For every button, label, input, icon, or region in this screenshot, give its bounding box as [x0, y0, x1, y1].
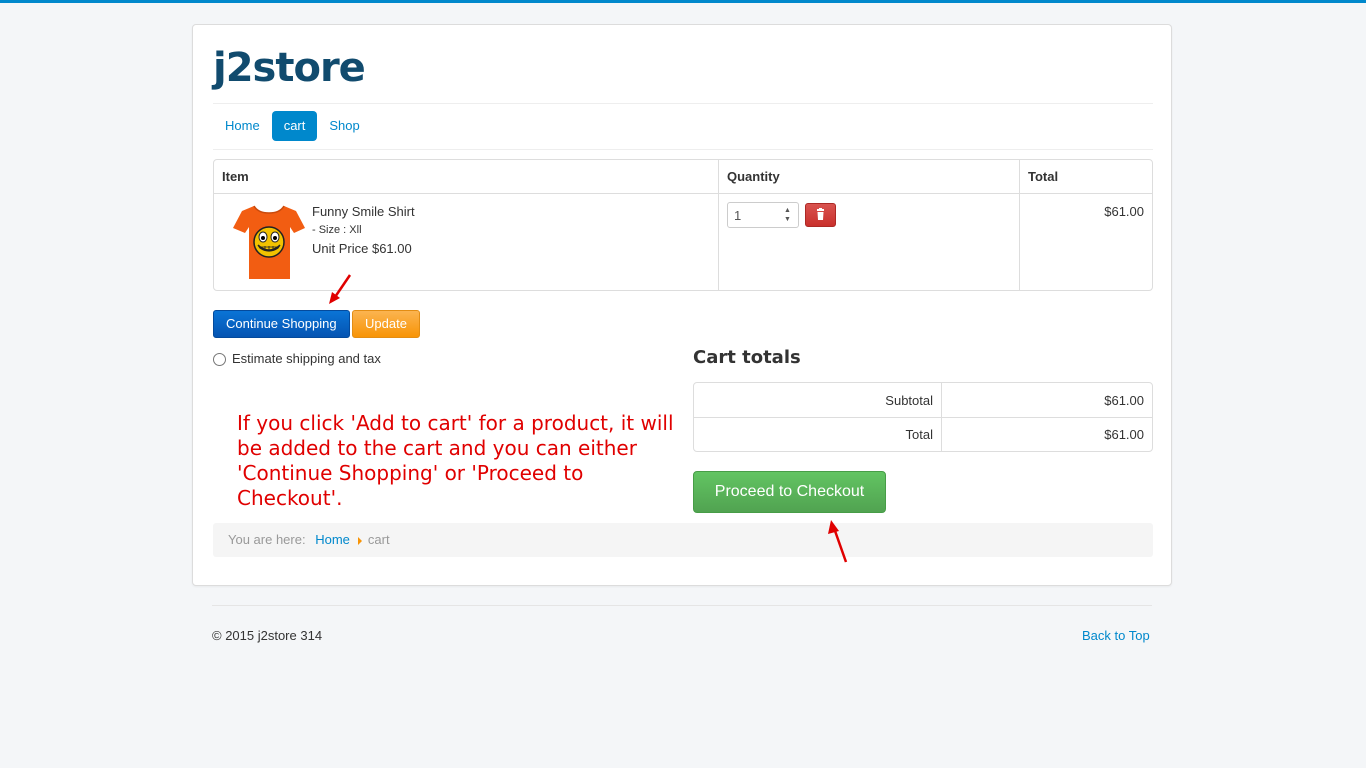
remove-item-button[interactable] [805, 203, 836, 227]
totals-row: Subtotal $61.00 [694, 383, 1152, 417]
top-accent-bar [0, 0, 1366, 3]
breadcrumb-separator-icon [357, 537, 362, 545]
update-cart-button[interactable]: Update [352, 310, 420, 338]
continue-shopping-button[interactable]: Continue Shopping [213, 310, 350, 338]
row-total: $61.00 [1019, 194, 1152, 290]
main-nav: Home cart Shop [213, 111, 372, 141]
tshirt-product-image[interactable] [232, 202, 306, 282]
total-label: Total [694, 417, 941, 451]
product-unit-price: Unit Price $61.00 [312, 241, 412, 256]
estimate-label: Estimate shipping and tax [232, 351, 381, 366]
product-option: - Size : Xll [312, 224, 362, 236]
breadcrumb-prefix: You are here: [228, 532, 306, 547]
nav-shop[interactable]: Shop [317, 111, 371, 141]
column-header-quantity: Quantity [718, 160, 1019, 194]
divider [213, 149, 1153, 150]
product-name[interactable]: Funny Smile Shirt [312, 204, 415, 219]
breadcrumb-current: cart [367, 532, 390, 547]
column-header-item: Item [214, 160, 718, 194]
totals-row: Total $61.00 [694, 417, 1152, 451]
estimate-shipping-toggle[interactable]: Estimate shipping and tax [213, 351, 381, 366]
trash-icon [817, 208, 824, 220]
site-brand[interactable]: j2store [213, 43, 366, 93]
annotation-note: If you click 'Add to cart' for a product… [237, 411, 674, 510]
quantity-spinner-icon[interactable]: ▲ ▼ [784, 206, 791, 224]
breadcrumb: You are here: Home cart [213, 523, 1153, 557]
subtotal-value: $61.00 [941, 383, 1152, 417]
annotation-arrow-icon [329, 274, 352, 304]
cart-totals-table: Subtotal $61.00 Total $61.00 [693, 382, 1153, 452]
back-to-top-link[interactable]: Back to Top [1082, 628, 1150, 643]
column-header-total: Total [1019, 160, 1152, 194]
cart-totals-title: Cart totals [693, 347, 801, 368]
nav-home[interactable]: Home [213, 111, 272, 141]
footer-copyright: © 2015 j2store 314 [212, 628, 323, 643]
nav-cart[interactable]: cart [271, 111, 318, 141]
divider [213, 103, 1153, 104]
subtotal-label: Subtotal [885, 392, 933, 408]
total-value: $61.00 [941, 417, 1152, 451]
annotation-arrow-icon [828, 520, 848, 563]
footer-divider [212, 605, 1152, 606]
estimate-radio[interactable] [213, 353, 226, 366]
proceed-to-checkout-button[interactable]: Proceed to Checkout [693, 471, 886, 513]
breadcrumb-home-link[interactable]: Home [315, 532, 350, 547]
